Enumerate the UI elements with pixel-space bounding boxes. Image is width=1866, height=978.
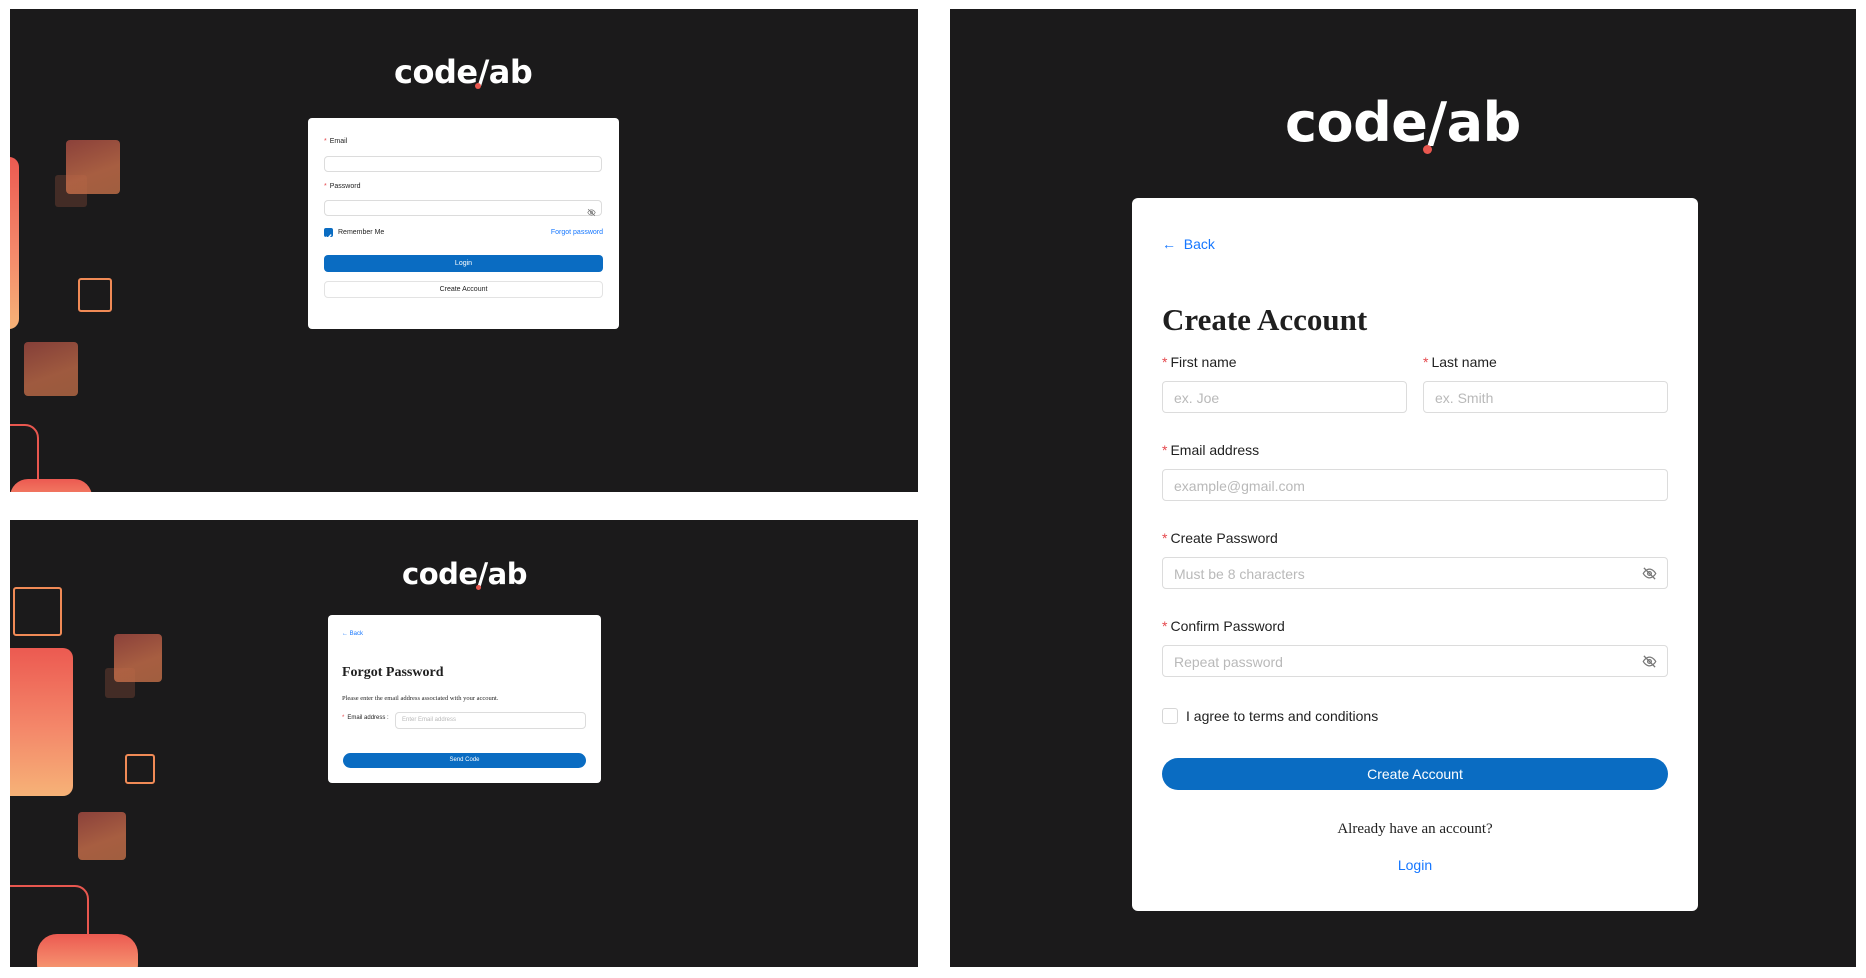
login-link: Login xyxy=(1132,857,1698,873)
decor-square xyxy=(24,342,78,396)
create-account-screen: code/ab ← Back Create Account * First nam… xyxy=(950,9,1856,967)
eye-off-icon[interactable] xyxy=(1642,654,1657,674)
decor-pill xyxy=(10,648,73,796)
login-link-text[interactable]: Login xyxy=(1398,857,1432,873)
remember-label: Remember Me xyxy=(338,229,385,236)
decor-square-outline xyxy=(78,278,112,312)
terms-label: I agree to terms and conditions xyxy=(1186,708,1379,724)
create-account-button[interactable]: Create Account xyxy=(1162,758,1668,790)
login-card: * Email * Password Remember Me Forgot pass… xyxy=(308,118,619,329)
login-screen: code/ab * Email * Password Remember Me For… xyxy=(10,9,918,492)
terms-checkbox[interactable] xyxy=(1162,708,1178,724)
logo: code/ab xyxy=(394,53,533,91)
send-code-button[interactable]: Send Code xyxy=(343,753,586,768)
last-name-placeholder: ex. Smith xyxy=(1435,390,1494,406)
remember-checkbox[interactable] xyxy=(324,228,333,240)
back-link[interactable]: ← Back xyxy=(342,631,363,637)
confirm-password-input[interactable]: Repeat password xyxy=(1162,645,1668,677)
decor-square xyxy=(66,140,120,194)
create-account-button[interactable]: Create Account xyxy=(324,281,603,298)
create-password-input[interactable]: Must be 8 characters xyxy=(1162,557,1668,589)
decor-pill xyxy=(10,157,19,329)
first-name-label: * First name xyxy=(1162,354,1237,370)
logo-dot xyxy=(475,585,481,590)
decor-pill xyxy=(10,479,92,492)
first-name-input[interactable]: ex. Joe xyxy=(1162,381,1407,413)
description: Please enter the email address associate… xyxy=(342,695,499,702)
email-input[interactable]: example@gmail.com xyxy=(1162,469,1668,501)
create-password-placeholder: Must be 8 characters xyxy=(1174,566,1305,582)
decor-square-outline xyxy=(125,754,155,784)
checkbox-checked-icon xyxy=(325,234,332,240)
email-placeholder: example@gmail.com xyxy=(1174,478,1305,494)
password-label: * Password xyxy=(324,183,361,190)
decor-square xyxy=(114,634,162,682)
back-link[interactable]: ← Back xyxy=(1162,236,1215,252)
login-button[interactable]: Login xyxy=(324,255,603,272)
last-name-input[interactable]: ex. Smith xyxy=(1423,381,1668,413)
decor-square xyxy=(78,812,126,860)
logo-dot xyxy=(474,83,481,89)
password-input[interactable] xyxy=(324,200,602,217)
create-account-card: ← Back Create Account * First name ex. Jo… xyxy=(1132,198,1698,911)
email-placeholder: Enter Email address xyxy=(402,717,457,723)
arrow-left-icon: ← xyxy=(1162,236,1176,252)
logo: code/ab xyxy=(402,557,527,591)
forgot-password-card: ← Back Forgot Password Please enter the … xyxy=(328,615,601,783)
eye-off-icon[interactable] xyxy=(1642,566,1657,586)
email-input[interactable]: Enter Email address xyxy=(395,712,586,729)
email-label: * Email address xyxy=(1162,442,1260,458)
forgot-password-screen: code/ab ← Back Forgot Password Please en… xyxy=(10,520,918,967)
email-label: * Email xyxy=(324,138,348,145)
confirm-password-label: * Confirm Password xyxy=(1162,618,1285,634)
email-label: * Email address : xyxy=(342,715,389,721)
logo: code/ab xyxy=(1285,91,1521,154)
have-account-text: Already have an account? xyxy=(1337,821,1493,837)
confirm-password-placeholder: Repeat password xyxy=(1174,654,1283,670)
create-password-label: * Create Password xyxy=(1162,530,1278,546)
last-name-label: * Last name xyxy=(1423,354,1497,370)
arrow-left-icon: ← xyxy=(342,631,348,637)
decor-square-outline xyxy=(13,587,62,636)
page-title: Create Account xyxy=(1162,302,1368,337)
email-input[interactable] xyxy=(324,156,602,172)
page-title: Forgot Password xyxy=(342,665,444,680)
eye-off-icon[interactable] xyxy=(587,204,596,222)
decor-pill xyxy=(37,934,138,967)
forgot-password-link[interactable]: Forgot password xyxy=(551,229,603,236)
first-name-placeholder: ex. Joe xyxy=(1174,390,1220,406)
